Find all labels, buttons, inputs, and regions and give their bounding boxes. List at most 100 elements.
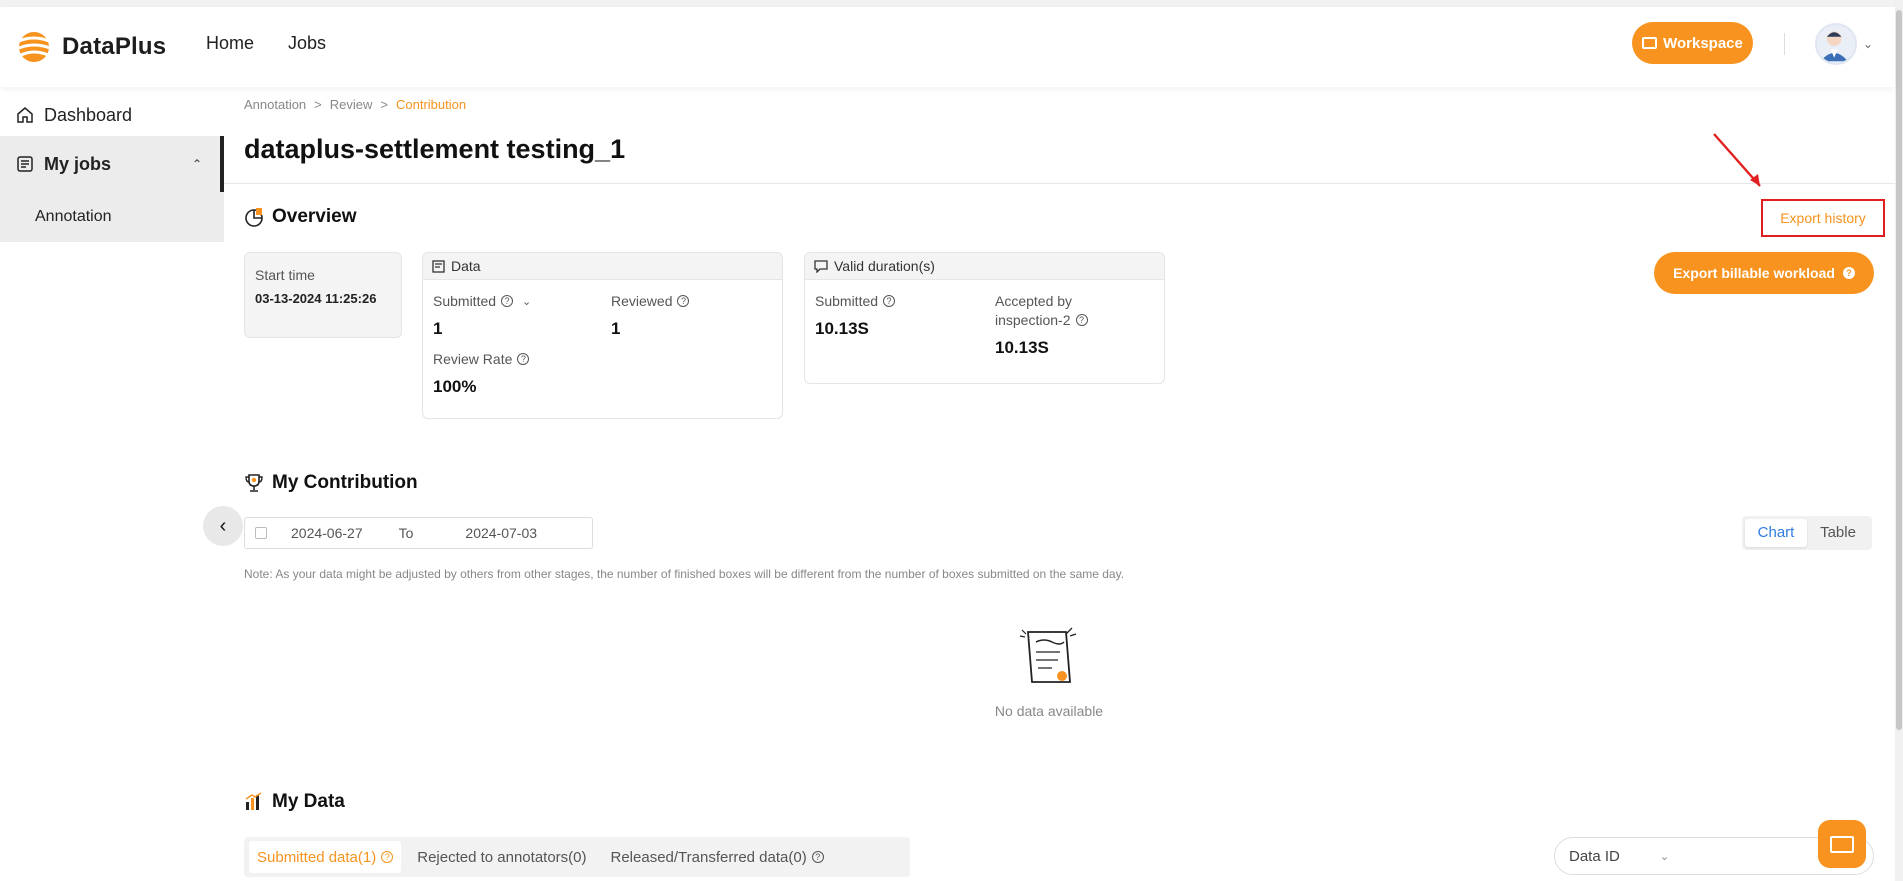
nav-jobs[interactable]: Jobs [288, 33, 326, 54]
sidebar-item-dashboard[interactable]: Dashboard [0, 92, 224, 138]
help-icon[interactable]: ? [677, 295, 690, 307]
help-icon[interactable]: ? [1075, 314, 1088, 326]
accepted-label-line-2: inspection-2 [995, 312, 1071, 328]
annotation-arrow-icon [1713, 133, 1761, 187]
main-nav: Home Jobs [206, 33, 326, 54]
overview-title: Overview [272, 206, 357, 227]
review-rate-value: 100% [433, 377, 477, 396]
jobs-icon [17, 156, 33, 172]
export-billable-label: Export billable workload [1673, 265, 1835, 281]
data-card-header: Data [423, 253, 782, 280]
contribution-heading: My Contribution [244, 472, 418, 494]
workspace-label: Workspace [1663, 34, 1743, 52]
workspace-button[interactable]: Workspace [1632, 22, 1753, 64]
view-table-button[interactable]: Table [1807, 519, 1869, 547]
breadcrumb-separator: > [314, 97, 322, 112]
app-logo[interactable]: DataPlus [14, 27, 166, 67]
page-scrollbar-thumb[interactable] [1896, 10, 1902, 730]
tab-submitted-data[interactable]: Submitted data(1) ? [249, 841, 402, 873]
header-divider [1784, 33, 1785, 55]
message-button[interactable] [1818, 820, 1866, 868]
sidebar-item-label: My jobs [44, 153, 112, 174]
empty-state-text: No data available [994, 703, 1104, 719]
data-card: Data Submitted ? ⌄ 1 Reviewed ? 1 Review… [422, 252, 783, 419]
valid-submitted-metric: Submitted ? 10.13S [815, 293, 896, 339]
help-icon[interactable]: ? [501, 295, 514, 307]
accepted-value: 10.13S [995, 338, 1049, 357]
review-rate-metric: Review Rate ? 100% [433, 351, 530, 397]
breadcrumb: Annotation > Review > Contribution [244, 97, 466, 112]
tab-label: Submitted data(1) [257, 848, 377, 866]
help-icon[interactable]: ? [883, 295, 896, 307]
breadcrumb-contribution: Contribution [395, 97, 467, 112]
breadcrumb-separator: > [380, 97, 388, 112]
chevron-left-icon: ‹ [219, 514, 227, 537]
workspace-icon [1642, 37, 1658, 49]
valid-duration-header: Valid duration(s) [805, 253, 1164, 280]
submitted-label: Submitted [433, 293, 497, 309]
top-bar: DataPlus Home Jobs Workspace ⌄ [0, 7, 1895, 87]
contribution-note: Note: As your data might be adjusted by … [244, 567, 1125, 581]
valid-duration-title: Valid duration(s) [834, 258, 935, 274]
tab-label: Released/Transferred data(0) [610, 848, 807, 866]
user-avatar-icon [1820, 31, 1848, 62]
valid-submitted-label: Submitted [815, 293, 879, 309]
overview-heading: Overview [244, 206, 357, 228]
contribution-title: My Contribution [272, 472, 418, 493]
my-data-tabs: Submitted data(1) ? Rejected to annotato… [244, 837, 910, 877]
duration-icon [814, 259, 828, 273]
reviewed-metric: Reviewed ? 1 [611, 293, 690, 339]
no-data-illustration-icon [1019, 627, 1077, 683]
help-icon[interactable]: ? [811, 851, 824, 863]
sidebar-item-label: Annotation [35, 208, 112, 225]
trophy-icon [245, 474, 263, 492]
nav-home[interactable]: Home [206, 33, 254, 54]
date-range-picker[interactable]: 2024-06-27 To 2024-07-03 [244, 517, 593, 549]
tab-label: Rejected to annotators(0) [417, 848, 587, 866]
chevron-down-icon[interactable]: ⌄ [522, 295, 531, 308]
main-content: Annotation > Review > Contribution datap… [224, 82, 1895, 881]
bar-chart-icon [245, 792, 262, 810]
review-rate-label: Review Rate [433, 351, 513, 367]
data-card-title: Data [451, 258, 481, 274]
app-name: DataPlus [62, 33, 167, 60]
export-billable-workload-button[interactable]: Export billable workload ? [1654, 252, 1874, 294]
chevron-down-icon[interactable]: ⌄ [1660, 850, 1669, 863]
collapse-sidebar-button[interactable]: ‹ [203, 506, 243, 546]
help-icon[interactable]: ? [517, 353, 530, 365]
export-history-link[interactable]: Export history [1761, 199, 1885, 237]
title-divider [224, 183, 1895, 184]
page-title: dataplus-settlement testing_1 [244, 134, 626, 164]
reviewed-value: 1 [611, 319, 621, 338]
calendar-icon [255, 527, 267, 539]
reviewed-label: Reviewed [611, 293, 673, 309]
avatar[interactable] [1815, 23, 1857, 65]
start-time-card: Start time 03-13-2024 11:25:26 [244, 252, 402, 338]
tab-released-transferred-data[interactable]: Released/Transferred data(0) ? [603, 841, 832, 873]
accepted-metric: Accepted by inspection-2 ? 10.13S [995, 293, 1088, 358]
breadcrumb-annotation[interactable]: Annotation [244, 97, 306, 112]
overview-icon [245, 208, 263, 227]
home-icon [17, 107, 33, 123]
start-time-value: 03-13-2024 11:25:26 [255, 291, 377, 306]
breadcrumb-review[interactable]: Review [330, 97, 373, 112]
sidebar-item-annotation[interactable]: Annotation [0, 192, 224, 242]
sidebar-item-label: Dashboard [44, 104, 133, 125]
valid-submitted-value: 10.13S [815, 319, 869, 338]
data-id-select[interactable]: Data ID [1569, 848, 1620, 865]
data-icon [432, 259, 445, 273]
valid-duration-card: Valid duration(s) Submitted ? 10.13S Acc… [804, 252, 1165, 384]
date-from[interactable]: 2024-06-27 [291, 525, 363, 541]
date-to[interactable]: 2024-07-03 [465, 525, 537, 541]
my-data-title: My Data [272, 791, 345, 812]
help-icon[interactable]: ? [381, 851, 394, 863]
chevron-up-icon: ⌃ [192, 157, 203, 171]
help-icon[interactable]: ? [1842, 267, 1855, 279]
start-time-label: Start time [255, 267, 315, 283]
tab-rejected-to-annotators[interactable]: Rejected to annotators(0) [409, 841, 594, 873]
account-chevron-down-icon[interactable]: ⌄ [1863, 37, 1873, 51]
date-separator: To [398, 525, 414, 541]
my-data-heading: My Data [244, 791, 345, 813]
view-chart-button[interactable]: Chart [1745, 519, 1807, 547]
sidebar-item-my-jobs[interactable]: My jobs ⌃ [0, 136, 224, 192]
